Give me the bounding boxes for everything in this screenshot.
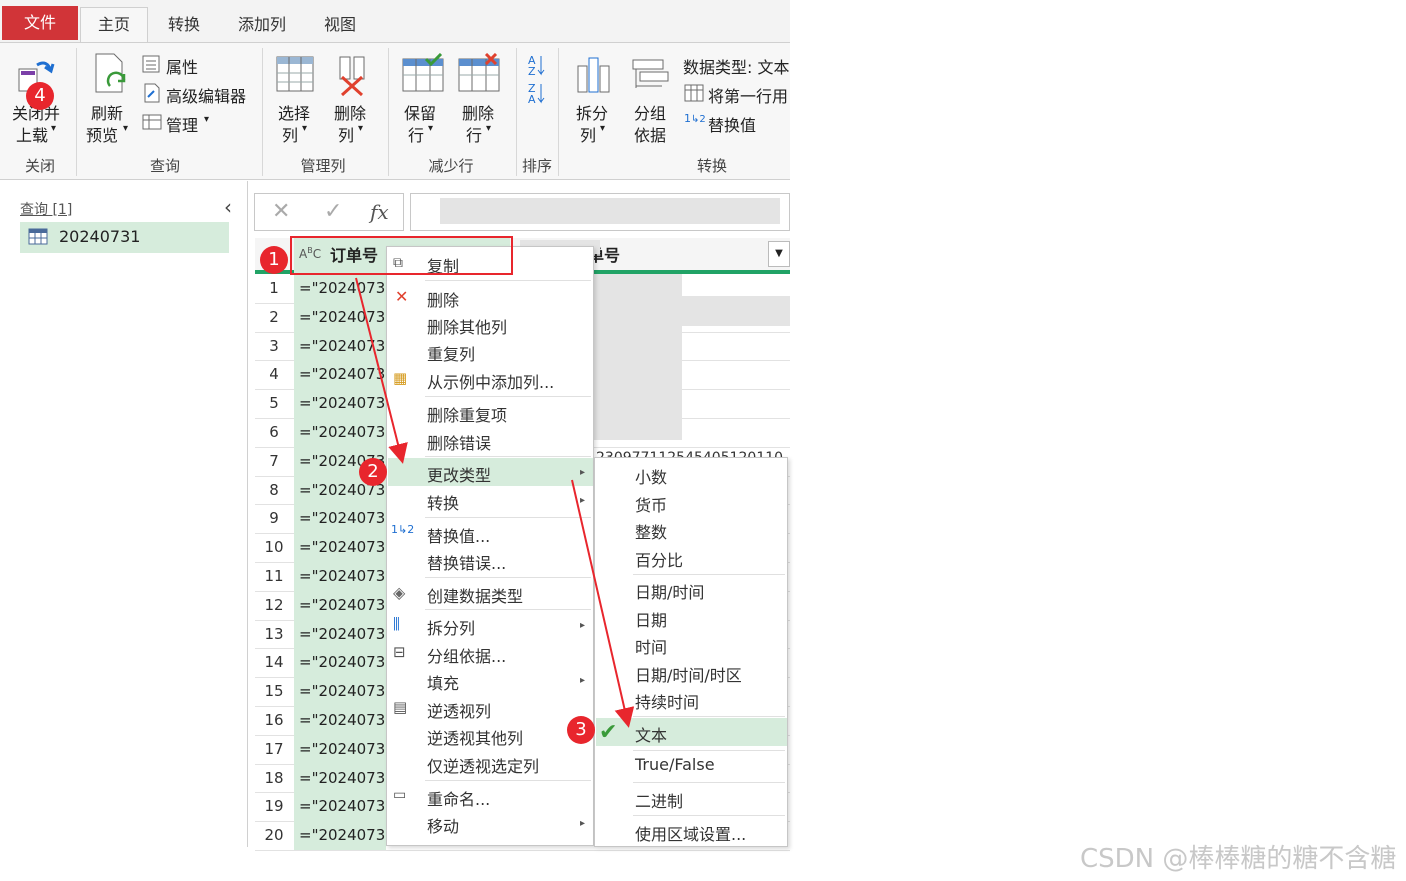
annotation-badge-4: 4 [26, 82, 54, 110]
annotation-badge-2: 2 [359, 458, 387, 486]
annotation-arrows [355, 277, 635, 728]
annotation-badge-3: 3 [567, 716, 595, 744]
watermark: CSDN @棒棒糖的糖不含糖 [1080, 844, 1397, 874]
annotation-badge-1: 1 [260, 246, 288, 274]
